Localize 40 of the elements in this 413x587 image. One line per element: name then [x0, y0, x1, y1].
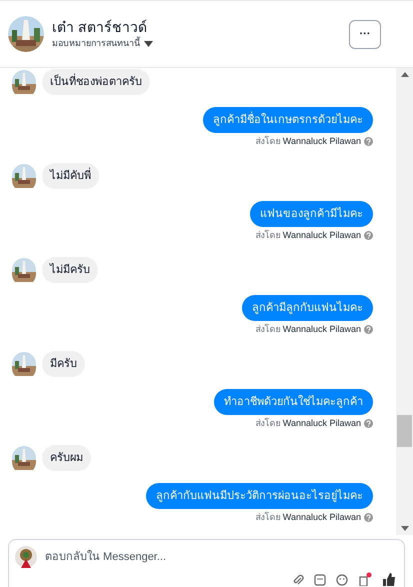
- document-icon[interactable]: [358, 572, 372, 586]
- message-bubble: ครับผม: [42, 445, 91, 471]
- emoji-icon[interactable]: [336, 574, 348, 586]
- contact-name: เต๋า สตาร์ชาวด์: [52, 18, 148, 36]
- scroll-up-icon[interactable]: [400, 72, 408, 77]
- sender-note: ส่งโดย Wannaluck Pilawan: [255, 229, 361, 241]
- help-icon[interactable]: [364, 324, 373, 334]
- scrollbar-thumb[interactable]: [397, 415, 412, 447]
- more-button[interactable]: ···: [349, 20, 381, 48]
- message-bubble: ลูกค้ามีชื่อในเกษตรกรด้วยไมคะ: [203, 107, 373, 133]
- message-bubble: เป็นที่ชองพ่อตาครับ: [42, 69, 150, 95]
- paperclip-icon[interactable]: [292, 574, 304, 586]
- message-bubble: มีครับ: [42, 351, 85, 377]
- sender-note: ส่งโดย Wannaluck Pilawan: [255, 417, 361, 429]
- message-bubble: ทำอาชีพด้วยกันใช่ไมคะลูกค้า: [214, 389, 373, 415]
- assign-conversation-label[interactable]: มอบหมายการสนทนานี้: [52, 37, 140, 51]
- contact-avatar: [12, 258, 36, 282]
- message-bubble: ไม่มีคับพี่: [42, 163, 99, 189]
- reply-field[interactable]: ตอบกลับใน Messenger...: [45, 548, 398, 566]
- scroll-down-icon[interactable]: [400, 526, 408, 531]
- sender-note: ส่งโดย Wannaluck Pilawan: [255, 135, 361, 147]
- help-icon[interactable]: [364, 136, 373, 146]
- help-icon[interactable]: [364, 418, 373, 428]
- message-bubble: ลูกค้ามีลูกกับแฟนไมคะ: [242, 295, 373, 321]
- message-bubble: ลูกค้ากับแฟนมีประวัติการผ่อนอะไรอยู่ไมคะ: [146, 483, 373, 509]
- contact-avatar: [12, 70, 36, 94]
- sender-note: ส่งโดย Wannaluck Pilawan: [255, 511, 361, 523]
- reply-box[interactable]: ตอบกลับใน Messenger...: [8, 539, 405, 587]
- user-avatar: [15, 546, 37, 568]
- help-icon[interactable]: [364, 512, 373, 522]
- message-bubble: ไม่มีครับ: [42, 257, 98, 283]
- caret-icon[interactable]: [144, 41, 153, 47]
- gif-icon[interactable]: [314, 574, 326, 586]
- contact-avatar: [12, 352, 36, 376]
- sender-note: ส่งโดย Wannaluck Pilawan: [255, 323, 361, 335]
- message-bubble: แฟนของลูกค้ามีไมคะ: [250, 201, 373, 227]
- contact-avatar: [12, 164, 36, 188]
- contact-avatar: [12, 446, 36, 470]
- help-icon[interactable]: [364, 230, 373, 240]
- thumbs-up-icon[interactable]: [382, 572, 396, 586]
